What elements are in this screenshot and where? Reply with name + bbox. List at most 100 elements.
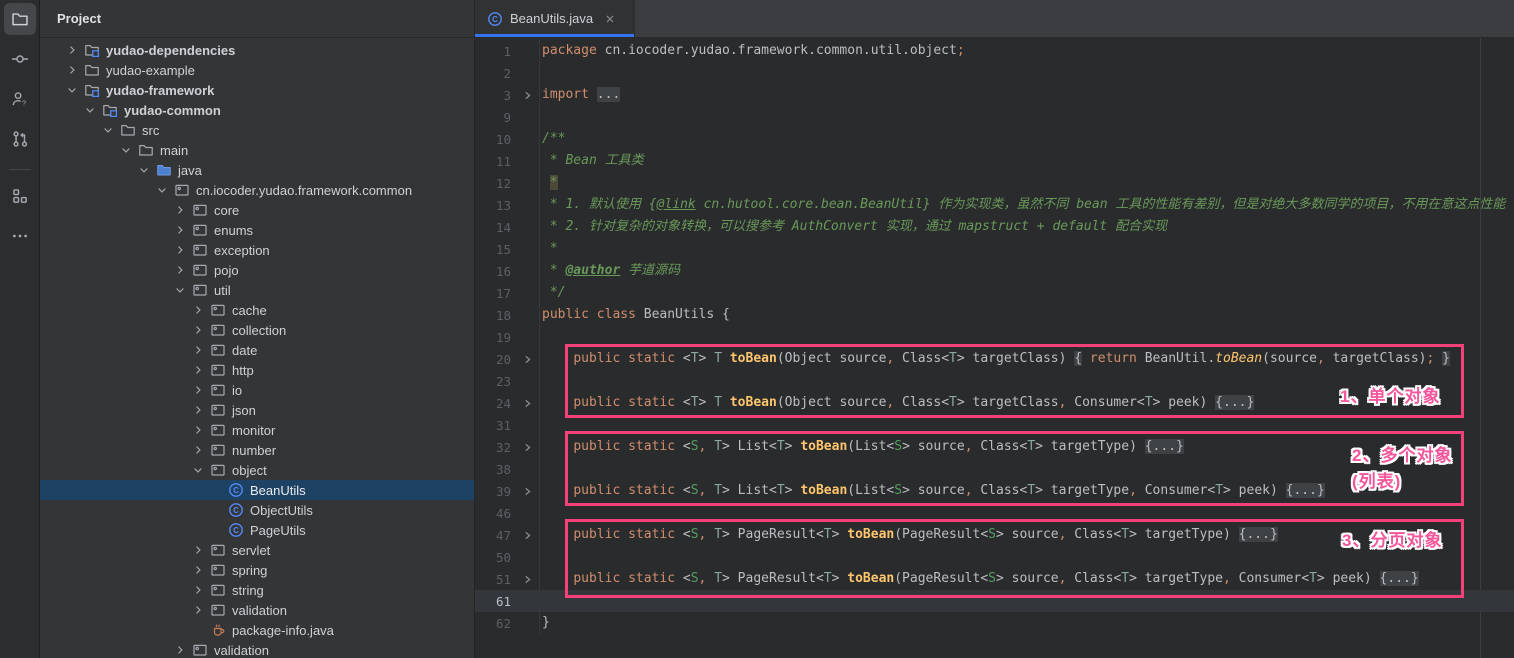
- tree-item-cn-iocoder-yudao-framework-common[interactable]: cn.iocoder.yudao.framework.common: [40, 180, 474, 200]
- close-icon[interactable]: [603, 12, 617, 26]
- tree-item-cache[interactable]: cache: [40, 300, 474, 320]
- activity-bar-more-button[interactable]: [4, 220, 36, 252]
- chevron-down-icon[interactable]: [172, 282, 188, 298]
- fold-arrow-icon[interactable]: [515, 90, 539, 101]
- line-number[interactable]: 51: [475, 572, 515, 587]
- code-line-3[interactable]: 3import ...: [475, 84, 1514, 106]
- chevron-right-icon[interactable]: [172, 222, 188, 238]
- line-number[interactable]: 3: [475, 88, 515, 103]
- line-number[interactable]: 18: [475, 308, 515, 323]
- fold-arrow-icon[interactable]: [515, 530, 539, 541]
- chevron-right-icon[interactable]: [172, 262, 188, 278]
- code-editor[interactable]: 1package cn.iocoder.yudao.framework.comm…: [475, 38, 1514, 658]
- tree-item-collection[interactable]: collection: [40, 320, 474, 340]
- chevron-right-icon[interactable]: [190, 382, 206, 398]
- tree-item-beanutils[interactable]: CBeanUtils: [40, 480, 474, 500]
- tree-item-pojo[interactable]: pojo: [40, 260, 474, 280]
- chevron-down-icon[interactable]: [190, 462, 206, 478]
- fold-arrow-icon[interactable]: [515, 574, 539, 585]
- tree-item-string[interactable]: string: [40, 580, 474, 600]
- tree-item-objectutils[interactable]: CObjectUtils: [40, 500, 474, 520]
- tree-item-spring[interactable]: spring: [40, 560, 474, 580]
- tree-item-date[interactable]: date: [40, 340, 474, 360]
- tree-item-yudao-dependencies[interactable]: yudao-dependencies: [40, 40, 474, 60]
- line-number[interactable]: 24: [475, 396, 515, 411]
- tree-item-yudao-example[interactable]: yudao-example: [40, 60, 474, 80]
- chevron-right-icon[interactable]: [190, 302, 206, 318]
- code-line-46[interactable]: 46: [475, 502, 1514, 524]
- line-number[interactable]: 39: [475, 484, 515, 499]
- code-line-24[interactable]: 24 public static <T> T toBean(Object sou…: [475, 392, 1514, 414]
- line-number[interactable]: 62: [475, 616, 515, 631]
- line-number[interactable]: 16: [475, 264, 515, 279]
- activity-bar-learn-button[interactable]: ?: [4, 83, 36, 115]
- chevron-right-icon[interactable]: [172, 242, 188, 258]
- chevron-right-icon[interactable]: [190, 322, 206, 338]
- code-line-23[interactable]: 23: [475, 370, 1514, 392]
- chevron-down-icon[interactable]: [154, 182, 170, 198]
- chevron-down-icon[interactable]: [64, 82, 80, 98]
- tree-item-io[interactable]: io: [40, 380, 474, 400]
- code-line-50[interactable]: 50: [475, 546, 1514, 568]
- code-line-32[interactable]: 32 public static <S, T> List<T> toBean(L…: [475, 436, 1514, 458]
- code-line-51[interactable]: 51 public static <S, T> PageResult<T> to…: [475, 568, 1514, 590]
- code-line-14[interactable]: 14 * 2. 针对复杂的对象转换，可以搜参考 AuthConvert 实现，通…: [475, 216, 1514, 238]
- code-line-47[interactable]: 47 public static <S, T> PageResult<T> to…: [475, 524, 1514, 546]
- code-line-10[interactable]: 10/**: [475, 128, 1514, 150]
- fold-arrow-icon[interactable]: [515, 354, 539, 365]
- line-number[interactable]: 13: [475, 198, 515, 213]
- code-line-39[interactable]: 39 public static <S, T> List<T> toBean(L…: [475, 480, 1514, 502]
- tree-item-number[interactable]: number: [40, 440, 474, 460]
- chevron-down-icon[interactable]: [136, 162, 152, 178]
- tree-item-json[interactable]: json: [40, 400, 474, 420]
- tree-item-src[interactable]: src: [40, 120, 474, 140]
- code-line-9[interactable]: 9: [475, 106, 1514, 128]
- code-line-13[interactable]: 13 * 1. 默认使用 {@link cn.hutool.core.bean.…: [475, 194, 1514, 216]
- chevron-right-icon[interactable]: [64, 62, 80, 78]
- tree-item-java[interactable]: java: [40, 160, 474, 180]
- chevron-down-icon[interactable]: [100, 122, 116, 138]
- chevron-right-icon[interactable]: [190, 402, 206, 418]
- code-line-20[interactable]: 20 public static <T> T toBean(Object sou…: [475, 348, 1514, 370]
- tree-item-validation[interactable]: validation: [40, 640, 474, 658]
- tree-item-package-info-java[interactable]: package-info.java: [40, 620, 474, 640]
- activity-bar-version-control-button[interactable]: [4, 123, 36, 155]
- tree-item-servlet[interactable]: servlet: [40, 540, 474, 560]
- tree-item-http[interactable]: http: [40, 360, 474, 380]
- line-number[interactable]: 1: [475, 44, 515, 59]
- code-line-12[interactable]: 12 *: [475, 172, 1514, 194]
- chevron-right-icon[interactable]: [190, 342, 206, 358]
- tree-item-yudao-framework[interactable]: yudao-framework: [40, 80, 474, 100]
- line-number[interactable]: 15: [475, 242, 515, 257]
- activity-bar-project-button[interactable]: [4, 3, 36, 35]
- code-line-2[interactable]: 2: [475, 62, 1514, 84]
- tree-item-pageutils[interactable]: CPageUtils: [40, 520, 474, 540]
- line-number[interactable]: 61: [475, 594, 515, 609]
- line-number[interactable]: 2: [475, 66, 515, 81]
- line-number[interactable]: 12: [475, 176, 515, 191]
- tree-item-exception[interactable]: exception: [40, 240, 474, 260]
- fold-arrow-icon[interactable]: [515, 398, 539, 409]
- line-number[interactable]: 17: [475, 286, 515, 301]
- code-line-38[interactable]: 38: [475, 458, 1514, 480]
- tree-item-main[interactable]: main: [40, 140, 474, 160]
- line-number[interactable]: 47: [475, 528, 515, 543]
- tree-item-util[interactable]: util: [40, 280, 474, 300]
- activity-bar-structure-button[interactable]: [4, 180, 36, 212]
- code-line-1[interactable]: 1package cn.iocoder.yudao.framework.comm…: [475, 40, 1514, 62]
- line-number[interactable]: 38: [475, 462, 515, 477]
- line-number[interactable]: 9: [475, 110, 515, 125]
- line-number[interactable]: 14: [475, 220, 515, 235]
- chevron-right-icon[interactable]: [190, 442, 206, 458]
- tree-item-enums[interactable]: enums: [40, 220, 474, 240]
- chevron-right-icon[interactable]: [190, 582, 206, 598]
- tab-beanutils-java[interactable]: C BeanUtils.java: [475, 0, 635, 37]
- tree-item-yudao-common[interactable]: yudao-common: [40, 100, 474, 120]
- fold-arrow-icon[interactable]: [515, 442, 539, 453]
- chevron-right-icon[interactable]: [172, 642, 188, 658]
- line-number[interactable]: 46: [475, 506, 515, 521]
- line-number[interactable]: 50: [475, 550, 515, 565]
- tree-item-validation[interactable]: validation: [40, 600, 474, 620]
- code-line-61[interactable]: 61: [475, 590, 1514, 612]
- chevron-right-icon[interactable]: [190, 562, 206, 578]
